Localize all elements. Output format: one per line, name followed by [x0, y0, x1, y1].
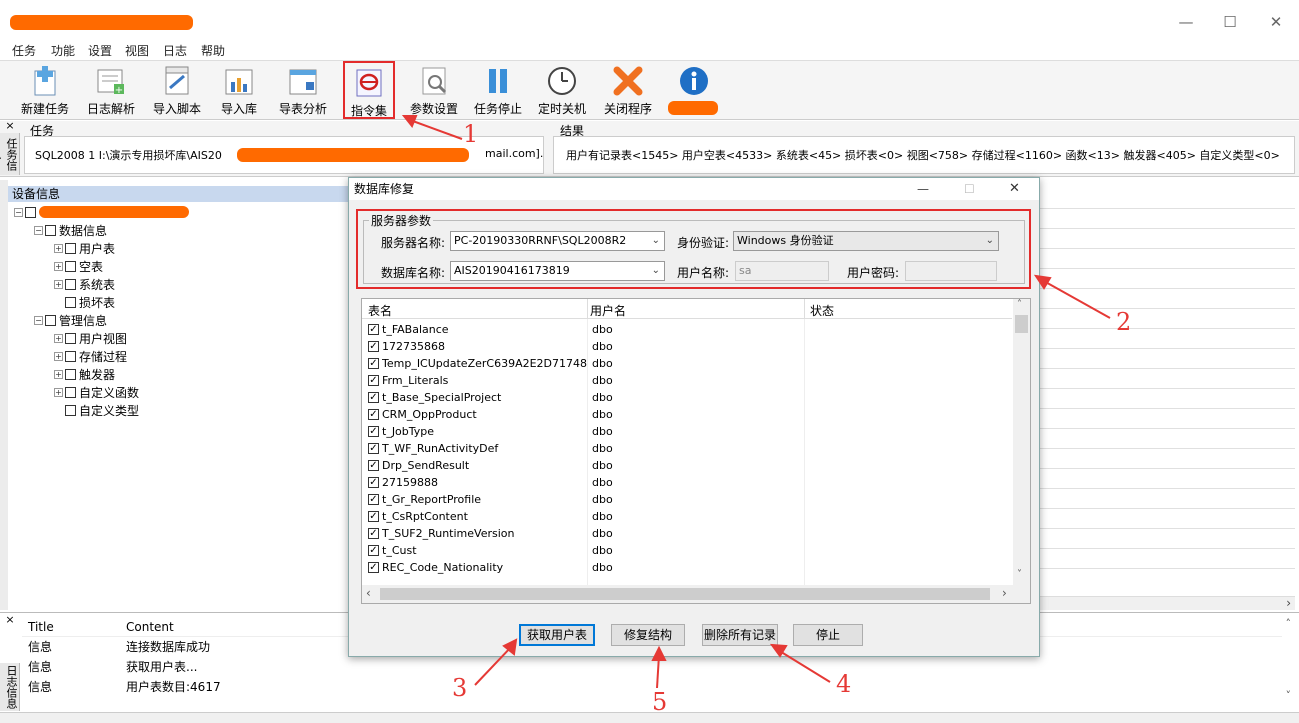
annotation-5: 5 [652, 688, 668, 716]
annotation-1: 1 [463, 120, 479, 148]
annotation-2: 2 [1116, 308, 1132, 336]
annotation-arrows [401, 115, 1111, 689]
annotation-4: 4 [836, 670, 852, 698]
annotation-3: 3 [452, 674, 468, 702]
